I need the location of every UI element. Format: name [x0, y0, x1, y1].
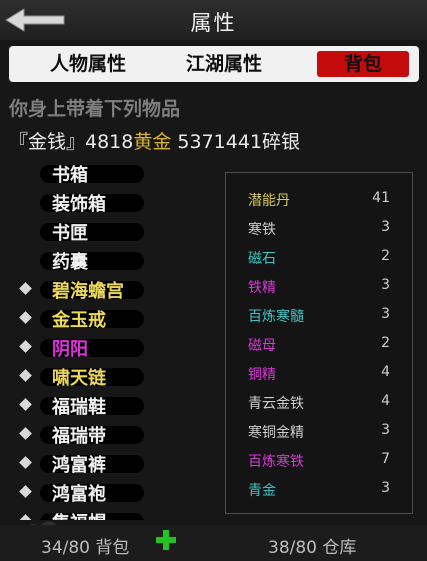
material-row[interactable]: 磁母 2 — [226, 330, 412, 358]
material-name: 青云金铁 — [248, 396, 304, 412]
item-label: 福瑞带 — [52, 426, 106, 447]
material-row[interactable]: 铜精 4 — [226, 359, 412, 387]
material-row[interactable]: 青金 3 — [226, 475, 412, 503]
equipped-marker-icon — [19, 369, 32, 382]
equipped-marker-icon — [19, 427, 32, 440]
inventory-item[interactable]: 福瑞鞋 — [0, 392, 220, 420]
inventory-item[interactable]: 啸天链 — [0, 363, 220, 391]
inventory-item[interactable]: 鸿富裤 — [0, 450, 220, 478]
add-icon[interactable] — [155, 529, 177, 551]
money-prefix: 『金钱』4818 — [9, 131, 134, 153]
material-row[interactable]: 百炼寒髓 3 — [226, 301, 412, 329]
inventory-item[interactable]: 鸿富袍 — [0, 479, 220, 507]
equipped-marker-icon — [19, 485, 32, 498]
inventory-list: 书箱装饰箱书匣药囊碧海蟾宫金玉戒阴阳啸天链福瑞鞋福瑞带鸿富裤鸿富袍集福帽 — [0, 160, 220, 520]
material-row[interactable]: 潜能丹 41 — [226, 185, 412, 213]
material-row[interactable]: 百炼寒铁 7 — [226, 446, 412, 474]
item-label: 书箱 — [52, 165, 88, 186]
item-label: 阴阳 — [52, 339, 88, 360]
material-name: 磁母 — [248, 338, 276, 354]
equipped-marker-icon — [19, 340, 32, 353]
page-title: 属性 — [190, 11, 237, 35]
item-label: 啸天链 — [52, 368, 106, 389]
inventory-item[interactable]: 福瑞带 — [0, 421, 220, 449]
material-count: 3 — [381, 219, 390, 235]
material-name: 潜能丹 — [248, 193, 290, 209]
material-count: 3 — [381, 306, 390, 322]
material-count: 7 — [381, 451, 390, 467]
material-count: 4 — [381, 364, 390, 380]
bag-capacity: 34/80 背包 — [41, 538, 130, 558]
material-name: 寒铜金精 — [248, 425, 304, 441]
inventory-item[interactable]: 阴阳 — [0, 334, 220, 362]
money-rest: 5371441碎银 — [171, 131, 301, 153]
material-count: 3 — [381, 422, 390, 438]
money-line: 『金钱』4818黄金 5371441碎银 — [9, 127, 300, 154]
material-name: 青金 — [248, 483, 276, 499]
bottom-bar: 34/80 背包 38/80 仓库 — [0, 525, 427, 561]
item-label: 福瑞鞋 — [52, 397, 106, 418]
material-name: 百炼寒铁 — [248, 454, 304, 470]
inventory-item[interactable]: 书匣 — [0, 218, 220, 246]
item-label: 金玉戒 — [52, 310, 106, 331]
material-count: 41 — [372, 190, 390, 206]
section-title: 你身上带着下列物品 — [9, 98, 181, 120]
equipped-marker-icon — [19, 282, 32, 295]
material-row[interactable]: 青云金铁 4 — [226, 388, 412, 416]
tab-bar: 人物属性 江湖属性 背包 — [9, 46, 419, 82]
tab-character-attributes[interactable]: 人物属性 — [33, 51, 143, 77]
tab-jianghu-attributes[interactable]: 江湖属性 — [171, 51, 277, 77]
materials-panel: 潜能丹 41 寒铁 3 磁石 2 铁精 3 百炼寒髓 3 磁母 2 铜精 4 青云金铁 4 寒铜金精 3 百炼寒铁 7… — [225, 172, 413, 514]
warehouse-capacity[interactable]: 38/80 仓库 — [268, 533, 356, 558]
material-row[interactable]: 铁精 3 — [226, 272, 412, 300]
inventory-item[interactable]: 碧海蟾宫 — [0, 276, 220, 304]
tab-backpack[interactable]: 背包 — [317, 51, 409, 77]
item-label: 鸿富裤 — [52, 455, 106, 476]
inventory-item[interactable]: 装饰箱 — [0, 189, 220, 217]
inventory-item[interactable]: 书箱 — [0, 160, 220, 188]
material-count: 3 — [381, 480, 390, 496]
top-bar: 属性 — [0, 0, 427, 40]
item-label: 碧海蟾宫 — [52, 281, 124, 302]
equipped-marker-icon — [19, 311, 32, 324]
material-row[interactable]: 寒铜金精 3 — [226, 417, 412, 445]
material-count: 2 — [381, 248, 390, 264]
equipped-marker-icon — [19, 456, 32, 469]
material-name: 铜精 — [248, 367, 276, 383]
material-name: 铁精 — [248, 280, 276, 296]
material-count: 4 — [381, 393, 390, 409]
material-row[interactable]: 寒铁 3 — [226, 214, 412, 242]
material-count: 2 — [381, 335, 390, 351]
item-label: 鸿富袍 — [52, 484, 106, 505]
inventory-item[interactable]: 药囊 — [0, 247, 220, 275]
material-count: 3 — [381, 277, 390, 293]
material-name: 磁石 — [248, 251, 276, 267]
material-row[interactable]: 磁石 2 — [226, 243, 412, 271]
item-label: 药囊 — [52, 252, 88, 273]
money-gold: 黄金 — [133, 131, 172, 153]
material-name: 百炼寒髓 — [248, 309, 304, 325]
item-label: 装饰箱 — [52, 194, 106, 215]
equipped-marker-icon — [19, 398, 32, 411]
inventory-item[interactable]: 金玉戒 — [0, 305, 220, 333]
item-label: 书匣 — [52, 223, 88, 244]
material-name: 寒铁 — [248, 222, 276, 238]
